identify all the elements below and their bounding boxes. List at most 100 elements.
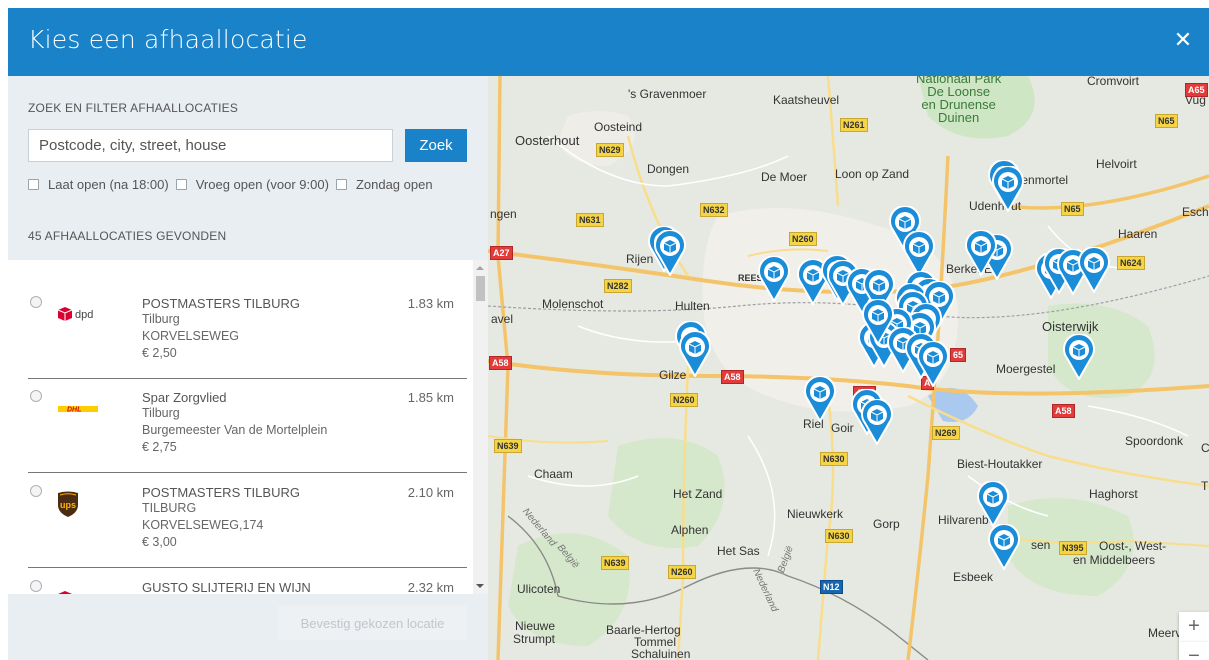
location-city: TILBURG bbox=[142, 501, 197, 515]
map-place: Cromvoirt bbox=[1087, 76, 1140, 88]
map-place: De Moer bbox=[761, 170, 808, 184]
location-distance: 1.85 km bbox=[407, 390, 454, 405]
map-place: Loon op Zand bbox=[835, 167, 910, 181]
checkbox-early-open[interactable] bbox=[175, 178, 187, 190]
map-place: Nieuwkerk bbox=[787, 507, 844, 521]
pickup-location-marker[interactable] bbox=[654, 229, 686, 278]
location-city: Tilburg bbox=[142, 406, 180, 420]
map-place: Esch bbox=[1182, 205, 1209, 219]
dhl-logo: DHL bbox=[52, 394, 108, 424]
location-name: Spar Zorgvlied bbox=[142, 390, 227, 405]
road-shield: N639 bbox=[494, 439, 522, 453]
location-panel: ZOEK EN FILTER AFHAALLOCATIES Zoek Laat … bbox=[8, 76, 488, 660]
road-shield: N630 bbox=[820, 452, 848, 466]
pickup-location-marker[interactable] bbox=[804, 375, 836, 424]
road-shield: N260 bbox=[670, 393, 698, 407]
zoom-out-button[interactable]: − bbox=[1179, 642, 1209, 660]
search-input[interactable] bbox=[28, 129, 393, 162]
road-shield: N629 bbox=[596, 143, 624, 157]
map-place: Het Sas bbox=[717, 544, 760, 558]
checkbox-label: Laat open (na 18:00) bbox=[48, 176, 169, 192]
pickup-location-marker[interactable] bbox=[988, 523, 1020, 572]
pickup-location-marker[interactable] bbox=[992, 165, 1024, 214]
map-place: en Middelbeers bbox=[1073, 553, 1156, 567]
map-place: Alphen bbox=[671, 523, 709, 537]
road-shield: N632 bbox=[700, 203, 728, 217]
map-place: T bbox=[1201, 479, 1209, 493]
location-row[interactable]: dpd POSTMASTERS TILBURG Tilburg KORVELSE… bbox=[28, 296, 467, 379]
pickup-location-modal: Kies een afhaallocatie ✕ ZOEK EN FILTER … bbox=[8, 8, 1209, 660]
pickup-location-marker[interactable] bbox=[965, 229, 997, 278]
road-shield: N12 bbox=[820, 580, 843, 594]
location-price: € 3,00 bbox=[142, 535, 177, 549]
location-radio[interactable] bbox=[30, 485, 42, 497]
pickup-location-marker[interactable] bbox=[917, 340, 949, 389]
map-place: Kaatsheuvel bbox=[773, 93, 840, 107]
location-radio[interactable] bbox=[30, 390, 42, 402]
pickup-location-marker[interactable] bbox=[758, 255, 790, 304]
pickup-location-marker[interactable] bbox=[862, 298, 894, 347]
map-place: C bbox=[1201, 441, 1209, 455]
map-place: Nieuwe bbox=[515, 619, 556, 633]
map-place: Strumpt bbox=[513, 632, 556, 646]
svg-text:DHL: DHL bbox=[67, 407, 81, 414]
map-place: Oosteind bbox=[594, 120, 643, 134]
svg-text:dpd: dpd bbox=[75, 309, 93, 321]
pickup-location-marker[interactable] bbox=[1078, 246, 1110, 295]
road-shield: N65 bbox=[1061, 202, 1084, 216]
pickup-location-marker[interactable] bbox=[679, 330, 711, 379]
filter-late-open[interactable]: Laat open (na 18:00) bbox=[28, 177, 169, 192]
scroll-thumb[interactable] bbox=[476, 276, 485, 301]
location-name: POSTMASTERS TILBURG bbox=[142, 296, 300, 311]
location-distance: 2.10 km bbox=[407, 485, 454, 500]
checkbox-late-open[interactable] bbox=[28, 178, 39, 190]
filter-section: ZOEK EN FILTER AFHAALLOCATIES Zoek Laat … bbox=[8, 76, 488, 254]
road-shield: 65 bbox=[950, 348, 967, 362]
map-place: Gorp bbox=[873, 517, 900, 531]
search-button[interactable]: Zoek bbox=[405, 129, 467, 162]
location-row[interactable]: dpd GUSTO SLIJTERIJ EN WIJN 2.32 km bbox=[28, 580, 467, 594]
filter-early-open[interactable]: Vroeg open (voor 9:00) bbox=[175, 176, 329, 192]
map-place: Oosterhout bbox=[515, 133, 580, 148]
location-row[interactable]: DHL Spar Zorgvlied Tilburg Burgemeester … bbox=[28, 390, 467, 473]
location-price: € 2,50 bbox=[142, 346, 177, 360]
road-shield: A58 bbox=[489, 356, 512, 370]
road-shield: A27 bbox=[490, 246, 513, 260]
map-place: Oost-, West- bbox=[1099, 539, 1167, 553]
map-view[interactable]: 's Gravenmoer Kaatsheuvel Oosteind Ooste… bbox=[488, 76, 1209, 660]
road-shield: A65 bbox=[1185, 83, 1208, 97]
filter-checkboxes: Laat open (na 18:00) Vroeg open (voor 9:… bbox=[28, 174, 440, 194]
location-row[interactable]: ups POSTMASTERS TILBURG TILBURG KORVELSE… bbox=[28, 485, 467, 568]
confirm-location-button[interactable]: Bevestig gekozen locatie bbox=[278, 606, 467, 640]
map-place: Meerv bbox=[1148, 626, 1182, 640]
road-shield: N269 bbox=[932, 426, 960, 440]
map-place: sen bbox=[1031, 538, 1051, 552]
road-shield: A58 bbox=[721, 370, 744, 384]
modal-header: Kies een afhaallocatie ✕ bbox=[8, 8, 1209, 76]
map-place: Helvoirt bbox=[1096, 157, 1137, 171]
scroll-up-arrow-icon[interactable] bbox=[476, 266, 484, 270]
map-place: Hulten bbox=[675, 299, 710, 313]
location-street: KORVELSEWEG,174 bbox=[142, 518, 264, 532]
filter-section-label: ZOEK EN FILTER AFHAALLOCATIES bbox=[28, 101, 239, 115]
map-place: Schaluinen bbox=[631, 647, 691, 660]
location-name: GUSTO SLIJTERIJ EN WIJN bbox=[142, 580, 311, 594]
location-distance: 1.83 km bbox=[407, 296, 454, 311]
pickup-location-marker[interactable] bbox=[861, 398, 893, 447]
map-place: Moergestel bbox=[996, 362, 1056, 376]
checkbox-sunday-open[interactable] bbox=[335, 178, 347, 190]
pickup-location-marker[interactable] bbox=[1063, 333, 1095, 382]
scroll-down-arrow-icon[interactable] bbox=[476, 584, 484, 588]
location-street: Burgemeester Van de Mortelplein bbox=[142, 423, 328, 437]
pickup-location-marker[interactable] bbox=[977, 480, 1009, 529]
list-scrollbar[interactable] bbox=[473, 260, 488, 594]
location-radio[interactable] bbox=[30, 580, 42, 592]
zoom-in-button[interactable]: + bbox=[1179, 612, 1209, 642]
checkbox-label: Vroeg open (voor 9:00) bbox=[195, 176, 329, 192]
map-park-label: Nationaal Park De Loonse en Drunense Duinen bbox=[916, 76, 1002, 125]
close-icon[interactable]: ✕ bbox=[1171, 28, 1195, 52]
location-price: € 2,75 bbox=[142, 440, 177, 454]
filter-sunday-open[interactable]: Zondag open bbox=[335, 177, 433, 192]
location-street: KORVELSEWEG bbox=[142, 329, 240, 343]
location-radio[interactable] bbox=[30, 296, 42, 308]
